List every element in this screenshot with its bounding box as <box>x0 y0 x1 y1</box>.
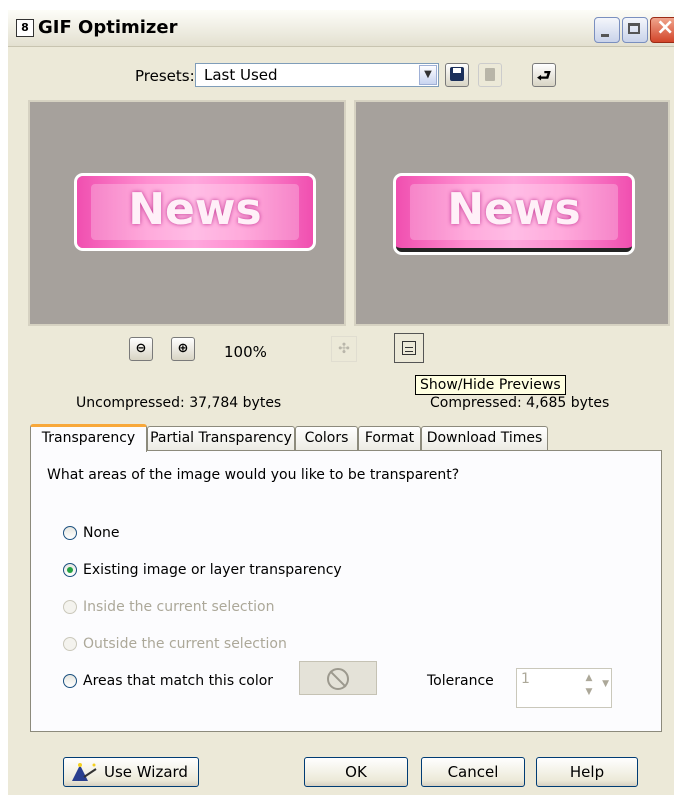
delete-preset-button[interactable] <box>478 63 502 87</box>
save-preset-button[interactable] <box>445 63 469 87</box>
radio-outside-selection: Outside the current selection <box>63 636 287 652</box>
radio-button[interactable] <box>63 563 77 577</box>
tooltip: Show/Hide Previews <box>415 375 566 395</box>
radio-button <box>63 600 77 614</box>
tolerance-value: 1 <box>521 671 530 687</box>
close-button[interactable] <box>650 15 674 43</box>
radio-label: None <box>83 525 120 541</box>
minimize-button[interactable] <box>594 17 620 43</box>
radio-none[interactable]: None <box>63 525 120 541</box>
tab-transparency[interactable]: Transparency <box>30 424 147 452</box>
window-title: GIF Optimizer <box>38 17 178 38</box>
zoom-in-icon: ⊕ <box>177 341 189 356</box>
title-bar[interactable]: 8 GIF Optimizer <box>8 10 674 47</box>
news-image-text: News <box>447 184 581 235</box>
zoom-in-button[interactable]: ⊕ <box>171 337 195 361</box>
radio-label: Existing image or layer transparency <box>83 562 342 578</box>
news-image-text: News <box>128 184 262 235</box>
move-icon: ✣ <box>338 341 350 357</box>
zoom-out-button[interactable]: ⊖ <box>129 337 153 361</box>
pan-button[interactable]: ✣ <box>331 336 357 362</box>
maximize-button[interactable] <box>622 17 648 43</box>
radio-button[interactable] <box>63 674 77 688</box>
wizard-icon <box>72 763 97 781</box>
floppy-disk-icon <box>450 67 464 81</box>
app-icon: 8 <box>16 19 34 37</box>
zoom-level: 100% <box>224 343 267 361</box>
tab-partial-transparency[interactable]: Partial Transparency <box>147 426 295 450</box>
trash-icon <box>485 68 495 81</box>
transparency-question: What areas of the image would you like t… <box>47 467 460 483</box>
optimized-preview-pane[interactable]: News <box>354 100 670 326</box>
original-preview-pane[interactable]: News <box>28 100 346 326</box>
tab-colors[interactable]: Colors <box>295 426 358 450</box>
transparency-panel: What areas of the image would you like t… <box>30 450 662 732</box>
radio-label: Inside the current selection <box>83 599 275 615</box>
no-color-icon <box>327 668 349 690</box>
use-wizard-label: Use Wizard <box>104 763 188 781</box>
uncompressed-size: Uncompressed: 37,784 bytes <box>76 395 282 411</box>
presets-value: Last Used <box>204 66 278 84</box>
reset-preset-button[interactable]: ⮐ <box>532 63 556 87</box>
presets-dropdown[interactable]: Last Used ▼ <box>195 63 439 87</box>
tolerance-field: 1 ▲ ▼ ▼ <box>516 668 612 708</box>
presets-label: Presets: <box>135 67 195 85</box>
radio-label: Outside the current selection <box>83 636 287 652</box>
tolerance-label: Tolerance <box>427 673 494 689</box>
news-image-original: News <box>77 176 313 248</box>
spinner-arrows-icon: ▲ ▼ <box>585 673 593 697</box>
show-hide-previews-button[interactable] <box>394 333 424 363</box>
previews-icon <box>402 341 416 355</box>
chevron-down-icon: ▼ <box>602 679 609 689</box>
use-wizard-button[interactable]: Use Wizard <box>63 757 199 787</box>
zoom-out-icon: ⊖ <box>135 341 147 356</box>
radio-button[interactable] <box>63 526 77 540</box>
compressed-size: Compressed: 4,685 bytes <box>430 395 610 411</box>
radio-button <box>63 637 77 651</box>
help-button[interactable]: Help <box>536 757 638 787</box>
cancel-button[interactable]: Cancel <box>421 757 525 787</box>
ok-button[interactable]: OK <box>304 757 408 787</box>
radio-inside-selection: Inside the current selection <box>63 599 274 615</box>
chevron-down-icon[interactable]: ▼ <box>419 65 437 85</box>
news-image-optimized: News <box>396 176 632 252</box>
radio-match-color[interactable]: Areas that match this color <box>63 673 273 689</box>
radio-label: Areas that match this color <box>83 673 274 689</box>
radio-existing-transparency[interactable]: Existing image or layer transparency <box>63 562 342 578</box>
tab-download-times[interactable]: Download Times <box>421 426 548 450</box>
gif-optimizer-dialog: 8 GIF Optimizer Presets: Last Used ▼ ⮐ N… <box>8 10 674 795</box>
tab-format[interactable]: Format <box>358 426 421 450</box>
reset-arrow-icon: ⮐ <box>536 66 552 85</box>
color-swatch-button <box>299 661 377 695</box>
